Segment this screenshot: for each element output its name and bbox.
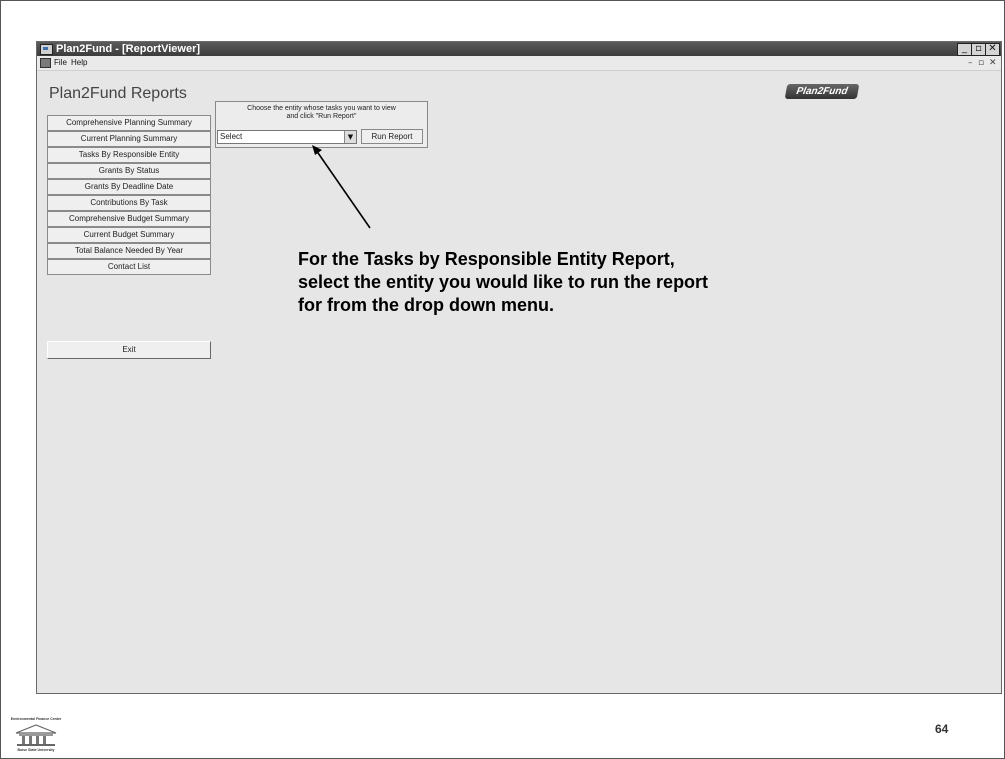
- page-number: 64: [935, 722, 949, 736]
- efc-logo: Environmental Finance Center Boise State…: [6, 716, 66, 754]
- building-icon: [15, 724, 57, 746]
- efc-logo-top-text: Environmental Finance Center: [10, 717, 62, 721]
- efc-logo-bottom-text: Boise State University: [17, 748, 55, 752]
- callout-arrow: [312, 145, 371, 229]
- callout-text: For the Tasks by Responsible Entity Repo…: [298, 249, 709, 315]
